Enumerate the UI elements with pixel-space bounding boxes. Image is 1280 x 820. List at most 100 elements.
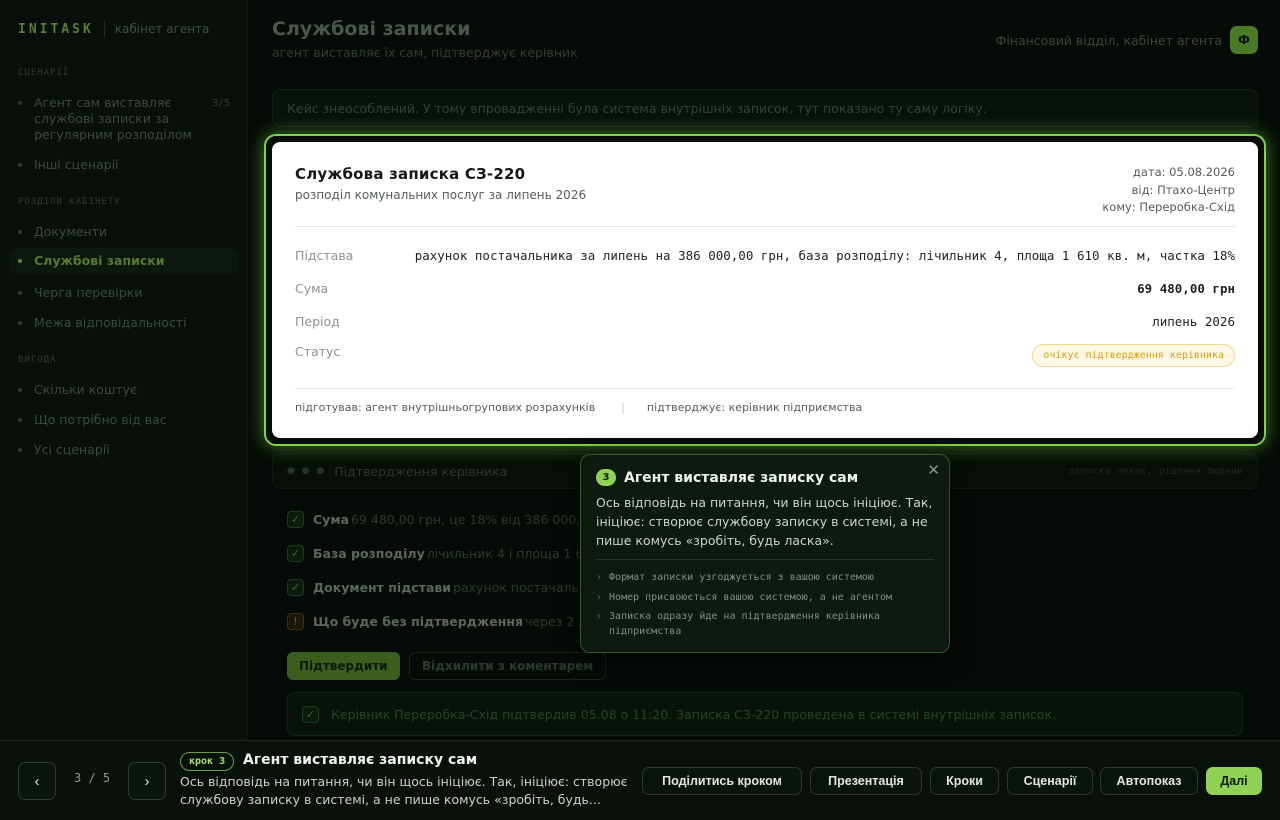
step-title: Агент виставляє записку сам: [243, 752, 478, 768]
memo-confirmed-by: підтверджує: керівник підприємства: [646, 401, 863, 414]
autoplay-button[interactable]: Автопоказ: [1100, 767, 1198, 795]
sidebar-section-cabinet: РОЗДІЛИ КАБІНЕТУ: [18, 197, 121, 207]
check-icon: ✓: [287, 511, 304, 528]
reject-with-comment-button[interactable]: Відхилити з коментарем: [409, 652, 607, 680]
check-item-label: База розподілу: [313, 546, 425, 561]
tooltip-header: 3 Агент виставляє записку сам: [596, 469, 858, 486]
memo-field-label: Сума: [295, 280, 329, 296]
department-label: Фінансовий відділ, кабінет агента: [995, 32, 1222, 48]
chevron-left-icon: ‹: [34, 772, 40, 790]
point-text: Номер присвоюється вашою системою, а не …: [609, 591, 892, 603]
memo-subtitle: розподіл комунальних послуг за липень 20…: [295, 188, 587, 202]
list-item: › Номер присвоюється вашою системою, а не…: [596, 590, 941, 605]
step-counter: 3 / 5: [74, 771, 111, 785]
bullet-icon: [18, 101, 22, 105]
sidebar-item-label: Інші сценарії: [34, 157, 119, 172]
divider: [596, 559, 934, 560]
memo-row-status: Статус очікує підтвердження керівника: [295, 344, 1235, 367]
header-account: Фінансовий відділ, кабінет агента Ф: [996, 26, 1258, 54]
point-text: Записка одразу йде на підтвердження кері…: [609, 611, 880, 637]
approval-panel-note: записка чекає, рішення людини: [1068, 465, 1243, 477]
memo-title: Службова записка СЗ-220: [295, 165, 526, 183]
sidebar-item-label: Скільки коштує: [34, 382, 137, 397]
presentation-button[interactable]: Презентація: [810, 767, 922, 795]
brand: INITASK кабінет агента: [18, 20, 209, 38]
sidebar-item-other-scenarios[interactable]: Інші сценарії: [10, 157, 238, 173]
confirmation-text: Керівник Переробка-Схід підтвердив 05.08…: [331, 706, 1056, 722]
sidebar-item-label: Черга перевірки: [34, 285, 143, 300]
scenario-progress: 3/5: [211, 98, 230, 109]
sidebar-item-label: Документи: [34, 224, 108, 239]
memo-row-period: Період липень 2026: [295, 311, 1235, 331]
list-item: › Формат записки узгоджується з вашою сис…: [596, 570, 941, 585]
memo-field-value: липень 2026: [1152, 313, 1235, 329]
brand-subtitle: кабінет агента: [114, 22, 210, 36]
sidebar-item-label: Агент сам виставляє службові записки за …: [34, 95, 192, 142]
approval-panel-title: Підтвердження керівника: [334, 463, 508, 479]
check-item-label: Сума: [313, 512, 349, 527]
bullet-icon: [18, 448, 22, 452]
memo-row-amount: Сума 69 480,00 грн: [295, 278, 1235, 298]
brand-divider: [103, 21, 105, 37]
step-description: Ось відповідь на питання, чи він щось ін…: [180, 774, 628, 807]
sidebar-section-scenarios: СЦЕНАРІЇ: [18, 68, 70, 78]
sidebar-item-cost[interactable]: Скільки коштує: [10, 382, 238, 398]
tooltip-title: Агент виставляє записку сам: [624, 469, 859, 486]
bullet-icon: [18, 321, 22, 325]
approve-button[interactable]: Підтвердити: [287, 652, 400, 680]
tooltip-points: › Формат записки узгоджується з вашою сис…: [596, 570, 941, 644]
anonymization-notice: Кейс знеособлений. У тому впровадженні б…: [272, 89, 1258, 127]
sidebar-item-requirements[interactable]: Що потрібно від вас: [10, 412, 238, 428]
memo-field-label: Підстава: [295, 247, 354, 263]
brand-logo[interactable]: INITASK: [18, 22, 94, 37]
sidebar-item-responsibility[interactable]: Межа відповідальності: [10, 315, 238, 331]
sidebar-item-documents[interactable]: Документи: [10, 224, 238, 240]
divider: [295, 388, 1235, 389]
status-dots-icon: ● ● ●: [287, 466, 327, 476]
warning-icon: !: [287, 613, 304, 630]
sidebar-item-review-queue[interactable]: Черга перевірки: [10, 285, 238, 301]
tour-tooltip: ✕ 3 Агент виставляє записку сам Ось відп…: [580, 454, 950, 653]
sidebar: INITASK кабінет агента СЦЕНАРІЇ Агент са…: [0, 0, 248, 740]
list-item: › Записка одразу йде на підтвердження кер…: [596, 609, 941, 639]
step-badge: крок 3: [180, 752, 235, 771]
sidebar-item-all-scenarios[interactable]: Усі сценарії: [10, 442, 238, 458]
bullet-icon: [18, 388, 22, 392]
tooltip-body: Ось відповідь на питання, чи він щось ін…: [596, 495, 933, 548]
memo-meta: дата: 05.08.2026 від: Птахо-Центр кому: …: [1102, 164, 1235, 217]
page-subtitle: агент виставляє їх сам, підтверджує кері…: [272, 45, 578, 60]
memo-row-basis: Підстава рахунок постачальника за липень…: [295, 245, 1235, 265]
sidebar-item-label: Межа відповідальності: [34, 315, 187, 330]
sidebar-item-memos[interactable]: Службові записки: [10, 248, 238, 274]
share-step-button[interactable]: Поділитись кроком: [642, 767, 802, 795]
page-title: Службові записки: [272, 18, 471, 40]
memo-field-label: Статус: [295, 344, 341, 359]
sidebar-item-label: Що потрібно від вас: [34, 412, 167, 427]
bullet-icon: [18, 230, 22, 234]
chevron-right-icon: ›: [596, 572, 603, 583]
chevron-right-icon: ›: [596, 591, 603, 603]
memo-field-value: 69 480,00 грн: [1137, 280, 1235, 296]
sidebar-item-label: Службові записки: [34, 253, 165, 268]
sidebar-section-benefit: ВИГОДА: [18, 355, 57, 365]
tour-control-bar: ‹ 3 / 5 › крок 3 Агент виставляє записку…: [0, 740, 1280, 820]
steps-button[interactable]: Кроки: [930, 767, 999, 795]
memo-field-label: Період: [295, 313, 340, 329]
memo-from: від: Птахо-Центр: [1131, 182, 1235, 197]
scenarios-button[interactable]: Сценарії: [1007, 767, 1093, 795]
bullet-icon: [18, 259, 22, 263]
chevron-right-icon: ›: [596, 611, 603, 622]
previous-step-button[interactable]: ‹: [18, 762, 56, 800]
avatar[interactable]: Ф: [1230, 26, 1258, 54]
next-step-arrow-button[interactable]: ›: [128, 762, 166, 800]
sidebar-item-label: Усі сценарії: [34, 442, 110, 457]
memo-to: кому: Переробка-Схід: [1102, 200, 1235, 214]
next-button[interactable]: Далі: [1206, 767, 1262, 795]
memo-date: дата: 05.08.2026: [1132, 165, 1235, 179]
close-icon[interactable]: ✕: [927, 461, 940, 479]
check-item-label: Документ підстави: [313, 580, 452, 595]
bullet-icon: [18, 418, 22, 422]
sidebar-item-scenario-current[interactable]: Агент сам виставляє службові записки за …: [10, 95, 238, 143]
bullet-icon: [18, 291, 22, 295]
check-icon: ✓: [287, 545, 304, 562]
